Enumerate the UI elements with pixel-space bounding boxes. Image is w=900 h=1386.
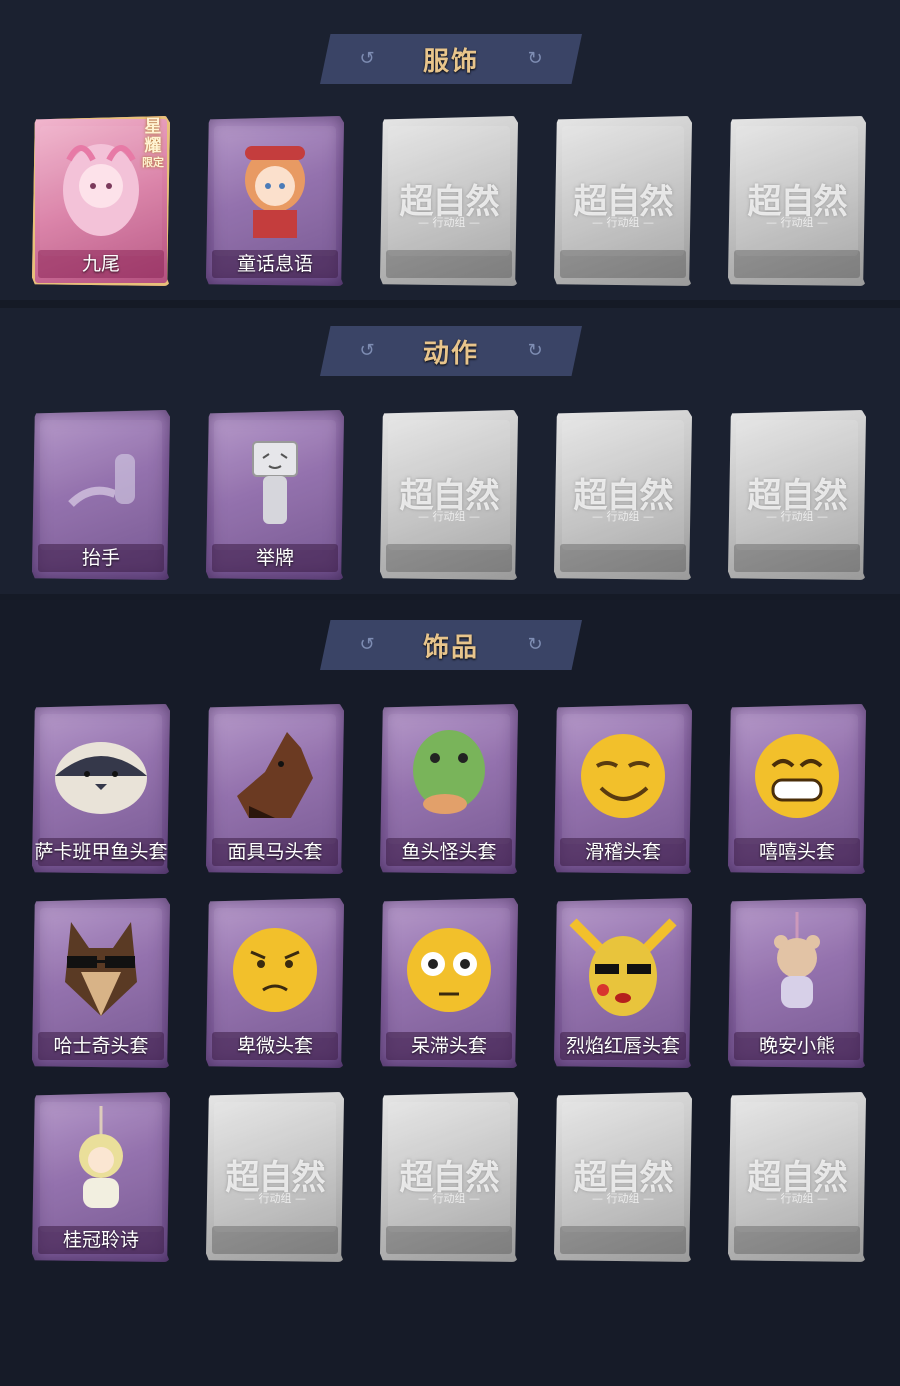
locked-watermark-sub: — 行动组 — xyxy=(244,1192,306,1205)
item-name: 桂冠聆诗 xyxy=(62,1229,139,1251)
locked-item-card[interactable]: 超自然 — 行动组 — xyxy=(728,116,866,286)
item-card[interactable]: 九尾 星耀限定 xyxy=(32,116,170,286)
ornament-icon: ↺ xyxy=(359,340,375,361)
locked-watermark-sub: — 行动组 — xyxy=(592,216,654,229)
nameplate xyxy=(560,1226,686,1254)
item-name: 九尾 xyxy=(81,253,120,275)
item-name: 呆滞头套 xyxy=(410,1035,487,1057)
item-card[interactable]: 鱼头怪头套 xyxy=(380,704,518,874)
locked-watermark-sub: — 行动组 — xyxy=(766,1192,828,1205)
limited-badge: 星耀限定 xyxy=(138,117,168,170)
item-card[interactable]: 呆滞头套 xyxy=(380,898,518,1068)
ornament-icon: ↺ xyxy=(359,48,375,69)
section-title: 动作 xyxy=(422,338,479,369)
nameplate xyxy=(734,544,860,572)
locked-watermark-sub: — 行动组 — xyxy=(766,510,828,523)
item-name: 滑稽头套 xyxy=(584,841,661,863)
fish-head-icon xyxy=(380,718,518,830)
humble-face-icon xyxy=(206,912,344,1024)
item-name: 晚安小熊 xyxy=(758,1035,835,1057)
item-name: 卑微头套 xyxy=(236,1035,313,1057)
item-name: 鱼头怪头套 xyxy=(401,841,497,863)
husky-head-icon xyxy=(32,912,170,1024)
item-card[interactable]: 卑微头套 xyxy=(206,898,344,1068)
raise-hand-action-icon xyxy=(32,424,170,536)
nameplate xyxy=(560,544,686,572)
item-card[interactable]: 抬手 xyxy=(32,410,170,580)
item-name: 童话息语 xyxy=(236,253,313,275)
locked-watermark-sub: — 行动组 — xyxy=(766,216,828,229)
item-card[interactable]: 桂冠聆诗 xyxy=(32,1092,170,1262)
nameplate xyxy=(212,1226,338,1254)
locked-item-card[interactable]: 超自然 — 行动组 — xyxy=(380,1092,518,1262)
section-title: 饰品 xyxy=(422,632,479,663)
nameplate xyxy=(560,250,686,278)
dazed-face-icon xyxy=(380,912,518,1024)
nameplate xyxy=(734,1226,860,1254)
item-name: 萨卡班甲鱼头套 xyxy=(34,841,168,863)
locked-item-card[interactable]: 超自然 — 行动组 — xyxy=(380,116,518,286)
locked-item-card[interactable]: 超自然 — 行动组 — xyxy=(554,1092,692,1262)
fairy-tale-costume-icon xyxy=(206,130,344,242)
nameplate xyxy=(734,250,860,278)
ornament-icon: ↺ xyxy=(359,634,375,655)
sacabambaspis-head-icon xyxy=(32,718,170,830)
locked-item-card[interactable]: 超自然 — 行动组 — xyxy=(554,410,692,580)
badge-text: 耀 xyxy=(144,136,162,156)
item-card[interactable]: 萨卡班甲鱼头套 xyxy=(32,704,170,874)
grin-face-icon xyxy=(728,718,866,830)
item-card[interactable]: 烈焰红唇头套 xyxy=(554,898,692,1068)
locked-item-card[interactable]: 超自然 — 行动组 — xyxy=(206,1092,344,1262)
badge-text: 限定 xyxy=(142,156,164,169)
ornament-icon: ↻ xyxy=(527,634,543,655)
item-card[interactable]: 面具马头套 xyxy=(206,704,344,874)
locked-item-card[interactable]: 超自然 — 行动组 — xyxy=(380,410,518,580)
hold-sign-action-icon xyxy=(206,424,344,536)
section-header-action: ↺ 动作 ↻ xyxy=(320,326,582,376)
item-name: 烈焰红唇头套 xyxy=(565,1035,680,1057)
item-name: 举牌 xyxy=(255,547,294,569)
locked-item-card[interactable]: 超自然 — 行动组 — xyxy=(728,1092,866,1262)
locked-watermark-sub: — 行动组 — xyxy=(592,510,654,523)
locked-watermark-sub: — 行动组 — xyxy=(418,1192,480,1205)
section-header-accessory: ↺ 饰品 ↻ xyxy=(320,620,582,670)
item-card[interactable]: 举牌 xyxy=(206,410,344,580)
ornament-icon: ↻ xyxy=(527,48,543,69)
item-card[interactable]: 童话息语 xyxy=(206,116,344,286)
item-card[interactable]: 哈士奇头套 xyxy=(32,898,170,1068)
nameplate xyxy=(386,250,512,278)
horse-mask-icon xyxy=(206,718,344,830)
item-name: 面具马头套 xyxy=(227,841,323,863)
nameplate xyxy=(386,544,512,572)
item-name: 抬手 xyxy=(81,547,120,569)
laurel-charm-icon xyxy=(32,1106,170,1218)
nameplate xyxy=(386,1226,512,1254)
locked-item-card[interactable]: 超自然 — 行动组 — xyxy=(554,116,692,286)
item-name: 嘻嘻头套 xyxy=(758,841,835,863)
bear-charm-icon xyxy=(728,912,866,1024)
item-card[interactable]: 滑稽头套 xyxy=(554,704,692,874)
funny-face-icon xyxy=(554,718,692,830)
item-card[interactable]: 嘻嘻头套 xyxy=(728,704,866,874)
item-card[interactable]: 晚安小熊 xyxy=(728,898,866,1068)
locked-watermark-sub: — 行动组 — xyxy=(592,1192,654,1205)
locked-item-card[interactable]: 超自然 — 行动组 — xyxy=(728,410,866,580)
locked-watermark-sub: — 行动组 — xyxy=(418,216,480,229)
section-title: 服饰 xyxy=(422,46,479,77)
locked-watermark-sub: — 行动组 — xyxy=(418,510,480,523)
red-lips-head-icon xyxy=(554,912,692,1024)
section-header-costume: ↺ 服饰 ↻ xyxy=(320,34,582,84)
ornament-icon: ↻ xyxy=(527,340,543,361)
item-name: 哈士奇头套 xyxy=(53,1035,149,1057)
badge-text: 星 xyxy=(144,117,162,137)
